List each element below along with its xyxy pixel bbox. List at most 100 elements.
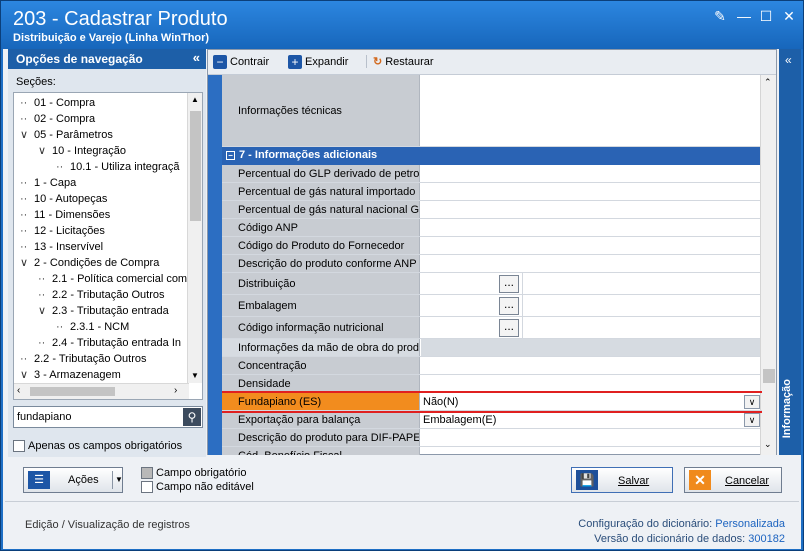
grid-row-value[interactable]: ... (421, 317, 762, 338)
actions-dropdown-icon[interactable]: ▼ (112, 471, 123, 489)
category-header[interactable]: −7 - Informações adicionais (222, 147, 762, 165)
information-side-tab[interactable]: « Informação (779, 49, 801, 455)
grid-row-tech-info[interactable]: Informações técnicas (222, 75, 762, 147)
tree-vertical-scrollbar[interactable]: ▲ ▼ (187, 93, 202, 383)
maximize-button[interactable]: ☐ (757, 7, 775, 25)
chevron-down-icon[interactable]: ∨ (20, 367, 34, 383)
tree-scroll-thumb[interactable] (190, 111, 201, 221)
tech-info-value[interactable] (421, 75, 762, 146)
readonly-swatch (141, 481, 153, 494)
tree-item[interactable]: ·· 2.3.1 - NCM (56, 319, 129, 335)
chevron-down-icon[interactable]: ∨ (38, 143, 52, 159)
grid-row-value[interactable] (421, 429, 762, 446)
scroll-down-icon[interactable]: ▼ (191, 371, 199, 380)
scroll-right-icon[interactable]: › (174, 385, 177, 396)
tree-item[interactable]: ·· 13 - Inservível (20, 239, 103, 255)
search-icon[interactable]: ⚲ (183, 408, 201, 426)
tree-hscroll-thumb[interactable] (30, 387, 115, 396)
grid-row-label: Densidade (222, 375, 420, 392)
grid-row-value[interactable] (421, 375, 762, 392)
grid-row[interactable]: Percentual do GLP derivado de petrol (222, 165, 762, 183)
close-button[interactable]: ✕ (780, 7, 798, 25)
window-title: 203 - Cadastrar Produto (13, 8, 228, 30)
grid-row-value[interactable]: Embalagem(E) ∨ (421, 411, 762, 428)
only-required-checkbox[interactable]: Apenas os campos obrigatórios (13, 440, 182, 453)
scroll-left-icon[interactable]: ‹ (17, 385, 20, 396)
grid-row[interactable]: Densidade (222, 375, 762, 393)
category-collapse-icon[interactable]: − (226, 151, 235, 160)
grid-row-value[interactable] (421, 339, 762, 356)
grid-row[interactable]: Descrição do produto para DIF-PAPEL (222, 429, 762, 447)
expand-button[interactable]: + Expandir (288, 55, 348, 69)
grid-row[interactable]: Concentração (222, 357, 762, 375)
grid-row[interactable]: Exportação para balança Embalagem(E) ∨ (222, 411, 762, 429)
grid-row-label: Concentração (222, 357, 420, 374)
grid-vertical-scrollbar[interactable]: ⌃ ⌄ (760, 75, 776, 455)
grid-row[interactable]: Código ANP (222, 219, 762, 237)
grid-row[interactable]: Cód. Benefício Fiscal (222, 447, 762, 455)
checkbox-box[interactable] (13, 440, 25, 453)
collapse-panel-icon[interactable]: « (193, 50, 200, 65)
tree-item[interactable]: ·· 01 - Compra (20, 95, 95, 111)
grid-row[interactable]: Percentual de gás natural importado ( (222, 183, 762, 201)
tree-item[interactable]: ∨ 2.3 - Tributação entrada (38, 303, 169, 319)
grid-row[interactable]: Percentual de gás natural nacional GL (222, 201, 762, 219)
ellipsis-button[interactable]: ... (499, 297, 519, 315)
grid-row-value[interactable]: ... (421, 273, 762, 294)
tree-item[interactable]: ·· 2.1 - Política comercial com (38, 271, 187, 287)
grid-row-fundapiano[interactable]: Fundapiano (ES) Não(N) ∨ (222, 391, 762, 413)
grid-row-value[interactable]: ... (421, 295, 762, 316)
grid-row[interactable]: Código informação nutricional... (222, 317, 762, 339)
grid-row[interactable]: Informações da mão de obra do prod (222, 339, 762, 357)
grid-row-value[interactable] (421, 237, 762, 254)
tree-item[interactable]: ·· 12 - Licitações (20, 223, 105, 239)
tree-item[interactable]: ·· 2.2 - Tributação Outros (20, 351, 147, 367)
grid-scroll-thumb[interactable] (763, 369, 775, 383)
cancel-button[interactable]: ✕ Cancelar (684, 467, 782, 493)
tree-horizontal-scrollbar[interactable]: ‹ › (14, 383, 189, 399)
ellipsis-button[interactable]: ... (499, 275, 519, 293)
collapse-button[interactable]: − Contrair (213, 55, 269, 69)
actions-button[interactable]: ☰ Ações ▼ (23, 467, 123, 493)
minimize-button[interactable]: — (735, 7, 753, 25)
grid-row[interactable]: Descrição do produto conforme ANP (222, 255, 762, 273)
sections-tree[interactable]: ▲ ▼ ‹ › ·· 01 - Compra ·· 02 - Compra ∨ 05 - … (13, 92, 203, 400)
tree-item[interactable]: ∨ 3 - Armazenagem (20, 367, 121, 383)
edit-window-icon[interactable]: ✎ (711, 7, 729, 25)
restore-button[interactable]: ↻ Restaurar (366, 55, 434, 68)
dict-version-label: Versão do dicionário de dados: (594, 533, 746, 545)
grid-row-value[interactable] (421, 201, 762, 218)
tree-item[interactable]: ·· 2.4 - Tributação entrada In (38, 335, 181, 351)
save-button[interactable]: 💾 Salvar (571, 467, 673, 493)
chevron-down-icon[interactable]: ∨ (20, 127, 34, 143)
tree-item[interactable]: ·· 11 - Dimensões (20, 207, 110, 223)
grid-row-value[interactable] (421, 219, 762, 236)
ellipsis-button[interactable]: ... (499, 319, 519, 337)
chevron-down-icon[interactable]: ∨ (744, 413, 760, 427)
grid-row-value[interactable] (421, 255, 762, 272)
tree-item[interactable]: ·· 2.2 - Tributação Outros (38, 287, 165, 303)
tree-item[interactable]: ·· 10 - Autopeças (20, 191, 107, 207)
tree-item[interactable]: ·· 1 - Capa (20, 175, 76, 191)
grid-row-value[interactable]: Não(N) ∨ (421, 393, 762, 410)
tree-item[interactable]: ∨ 05 - Parâmetros (20, 127, 113, 143)
chevron-down-icon[interactable]: ∨ (744, 395, 760, 409)
grid-row-value[interactable] (421, 183, 762, 200)
tree-item[interactable]: ∨ 2 - Condições de Compra (20, 255, 159, 271)
expand-info-icon[interactable]: « (785, 53, 792, 67)
chevron-down-icon[interactable]: ∨ (20, 255, 34, 271)
tree-item[interactable]: ∨ 10 - Integração (38, 143, 126, 159)
tree-item[interactable]: ·· 10.1 - Utiliza integraçã (56, 159, 179, 175)
scroll-down-icon[interactable]: ⌄ (764, 439, 772, 450)
grid-row-value[interactable] (421, 447, 762, 455)
chevron-down-icon[interactable]: ∨ (38, 303, 52, 319)
scroll-up-icon[interactable]: ▲ (191, 95, 199, 104)
grid-row[interactable]: Código do Produto do Fornecedor (222, 237, 762, 255)
search-input[interactable] (17, 408, 177, 426)
grid-row[interactable]: Distribuição... (222, 273, 762, 295)
grid-row[interactable]: Embalagem... (222, 295, 762, 317)
tree-item[interactable]: ·· 02 - Compra (20, 111, 95, 127)
grid-row-value[interactable] (421, 165, 762, 182)
grid-row-value[interactable] (421, 357, 762, 374)
scroll-up-icon[interactable]: ⌃ (764, 77, 772, 88)
